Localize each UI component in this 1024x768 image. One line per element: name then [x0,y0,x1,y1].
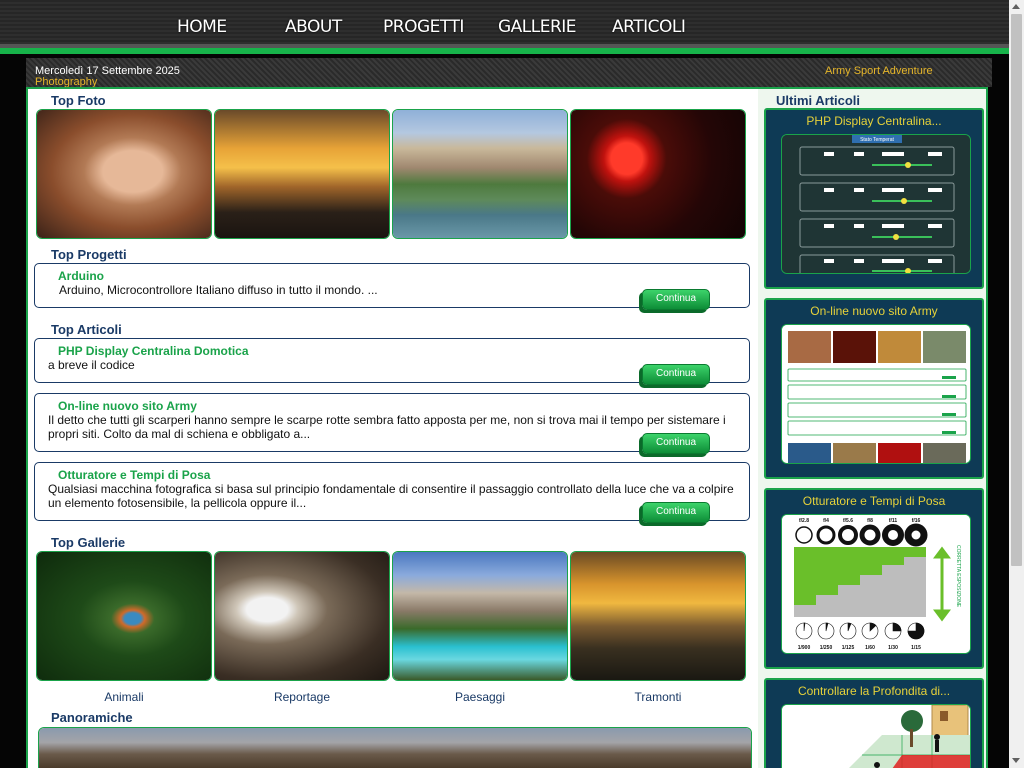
scrollbar-thumb[interactable] [1011,14,1022,566]
continua-button[interactable]: Continua [642,289,710,310]
photo-portrait[interactable] [36,109,212,239]
scroll-up-arrow-icon[interactable] [1012,4,1020,9]
info-bar: Mercoledì 17 Settembre 2025 Photography … [26,58,992,88]
sidebar-title: Ultimi Articoli [776,93,861,108]
exposure-diagram: f/2.8 f/4 f/5.6 f/8 f/11 f/16 CORRETTA ESPOSI… [782,515,970,653]
sidebar-article-card: On-line nuovo sito Army [764,298,984,479]
website-preview [782,325,970,463]
section-title-top-foto: Top Foto [51,93,106,108]
photo-river-town[interactable] [392,109,568,239]
aperture-label: f/8 [867,518,873,524]
nav-about[interactable]: ABOUT [285,17,342,37]
site-brand: Army Sport Adventure [825,65,933,77]
article-title[interactable]: On-line nuovo sito Army [58,399,197,413]
main-container: Top Foto Top Progetti Arduino Arduino, M… [26,87,988,768]
aperture-label: f/5.6 [843,518,853,524]
exposure-diagram-thumbnail[interactable]: f/2.8 f/4 f/5.6 f/8 f/11 f/16 CORRETTA ESPOSI… [781,514,971,654]
shutter-label: 1/30 [888,645,898,651]
gallery-label[interactable]: Tramonti [570,690,746,704]
shutter-label: 1/900 [798,645,811,651]
sidebar-article-card: Controllare la Profondita di... [764,678,984,768]
section-title-top-articoli: Top Articoli [51,322,122,337]
article-card: PHP Display Centralina Domotica a breve … [34,338,750,385]
gallery-kingfisher[interactable] [36,551,212,681]
gallery-label[interactable]: Reportage [214,690,390,704]
section-title-panoramiche: Panoramiche [51,710,133,725]
scroll-down-arrow-icon[interactable] [1012,758,1020,763]
depth-of-field-thumbnail[interactable] [781,704,971,768]
php-display-thumbnail[interactable]: Stato Temperat [781,134,971,274]
sidebar-article-title[interactable]: Controllare la Profondita di... [766,684,982,698]
sidebar-article-card: PHP Display Centralina... Stato Temperat [764,108,984,289]
sidebar-article-title[interactable]: On-line nuovo sito Army [766,304,982,318]
shutter-label: 1/250 [820,645,833,651]
continua-button[interactable]: Continua [642,502,710,523]
exposure-label: CORRETTA ESPOSIZIONE [955,545,961,608]
shutter-label: 1/125 [842,645,855,651]
sidebar-article-title[interactable]: Otturatore e Tempi di Posa [766,494,982,508]
sidebar-article-card: Otturatore e Tempi di Posa f/2.8 f/4 f/5.6… [764,488,984,669]
nav-progetti[interactable]: PROGETTI [383,17,464,37]
gallery-chef[interactable] [214,551,390,681]
sidebar: Ultimi Articoli PHP Display Centralina..… [762,89,986,768]
gallery-label[interactable]: Paesaggi [392,690,568,704]
continua-button[interactable]: Continua [642,433,710,454]
photo-red-rose[interactable] [570,109,746,239]
content-column: Top Foto Top Progetti Arduino Arduino, M… [28,89,758,768]
sidebar-article-title[interactable]: PHP Display Centralina... [766,114,982,128]
continua-button[interactable]: Continua [642,364,710,385]
article-card: On-line nuovo sito Army Il detto che tut… [34,393,750,454]
control-panel-diagram: Stato Temperat [782,135,970,273]
photo-sunset-clouds[interactable] [214,109,390,239]
top-navigation-bar: HOME ABOUT PROGETTI GALLERIE ARTICOLI [0,0,1009,48]
article-card: Otturatore e Tempi di Posa Qualsiasi mac… [34,462,750,523]
nav-articoli[interactable]: ARTICOLI [612,17,686,37]
aperture-label: f/16 [912,518,921,524]
gallery-mountain-lake[interactable] [392,551,568,681]
aperture-label: f/4 [823,518,829,524]
gallery-sunset-peaks[interactable] [570,551,746,681]
aperture-label: f/11 [889,518,898,524]
article-title[interactable]: Otturatore e Tempi di Posa [58,468,210,482]
aperture-label: f/2.8 [799,518,809,524]
depth-of-field-diagram [782,705,970,768]
section-title-top-gallerie: Top Gallerie [51,535,126,550]
vertical-scrollbar[interactable] [1009,0,1024,768]
gallery-label[interactable]: Animali [36,690,212,704]
diagram-panel-title: Stato Temperat [860,137,894,143]
article-title[interactable]: PHP Display Centralina Domotica [58,344,249,358]
shutter-label: 1/15 [911,645,921,651]
project-card: Arduino Arduino, Microcontrollore Italia… [34,263,750,310]
project-title[interactable]: Arduino [58,269,104,283]
shutter-label: 1/60 [865,645,875,651]
panorama-image[interactable] [38,727,752,768]
section-title-top-progetti: Top Progetti [51,247,127,262]
nav-home[interactable]: HOME [177,17,227,37]
website-thumbnail[interactable] [781,324,971,464]
nav-gallerie[interactable]: GALLERIE [498,17,577,37]
